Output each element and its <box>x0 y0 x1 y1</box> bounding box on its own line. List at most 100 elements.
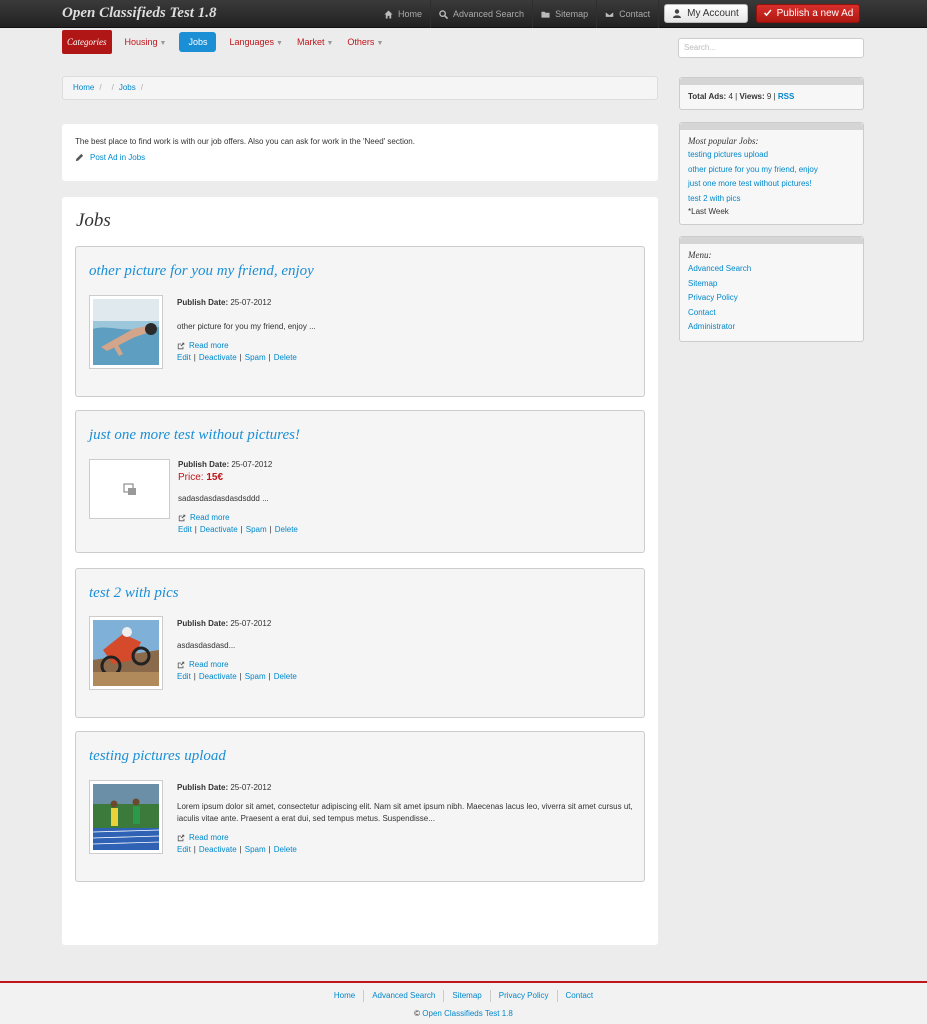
edit-link[interactable]: Edit <box>177 672 191 681</box>
widget-cap <box>680 237 863 244</box>
motocross-photo <box>93 620 159 686</box>
widget-cap <box>680 78 863 85</box>
footer-link-sitemap[interactable]: Sitemap <box>443 990 489 1002</box>
category-market[interactable]: Market ▼ <box>290 32 340 52</box>
copyright-link[interactable]: Open Classifieds Test 1.8 <box>422 1009 513 1018</box>
footer-link-advanced-search[interactable]: Advanced Search <box>363 990 443 1002</box>
deactivate-link[interactable]: Deactivate <box>199 672 237 681</box>
footer-link-contact[interactable]: Contact <box>556 990 602 1002</box>
read-more-link[interactable]: Read more <box>189 833 229 842</box>
spam-link[interactable]: Spam <box>245 845 266 854</box>
nav-sitemap[interactable]: Sitemap <box>533 0 598 28</box>
action-separator: | <box>268 672 271 681</box>
no-image-icon <box>93 463 166 515</box>
action-separator: | <box>239 353 242 362</box>
spam-link[interactable]: Spam <box>246 525 267 534</box>
popular-note: *Last Week <box>688 207 729 216</box>
read-more-row: Read more <box>177 341 637 350</box>
menu-item-contact[interactable]: Contact <box>688 306 855 321</box>
category-others-label: Others <box>347 37 375 47</box>
folder-icon <box>541 11 550 18</box>
edit-link[interactable]: Edit <box>177 353 191 362</box>
ad-body: Publish Date: 25-07-2012 Price: 15€ sada… <box>178 460 638 534</box>
category-jobs[interactable]: Jobs <box>179 32 217 52</box>
delete-link[interactable]: Delete <box>274 353 297 362</box>
category-languages[interactable]: Languages ▼ <box>222 32 289 52</box>
ad-title[interactable]: just one more test without pictures! <box>89 427 300 444</box>
edit-link[interactable]: Edit <box>178 525 192 534</box>
category-intro: The best place to find work is with our … <box>62 124 658 181</box>
stats-row: Total Ads: 4 | Views: 9 | RSS <box>680 85 863 107</box>
publish-date: 25-07-2012 <box>231 460 273 469</box>
delete-link[interactable]: Delete <box>275 525 298 534</box>
popular-heading: Most popular Jobs: <box>688 136 759 146</box>
popular-item[interactable]: just one more test without pictures! <box>688 177 855 192</box>
price-value: 15€ <box>206 472 224 483</box>
ad-card: test 2 with pics Publish Date: 25-07-201… <box>75 568 645 718</box>
popular-item[interactable]: other picture for you my friend, enjoy <box>688 163 855 178</box>
menu-item-administrator[interactable]: Administrator <box>688 320 855 335</box>
category-housing[interactable]: Housing ▼ <box>118 32 174 52</box>
share-icon <box>177 661 185 668</box>
spam-link[interactable]: Spam <box>245 672 266 681</box>
ad-thumbnail[interactable] <box>89 459 170 519</box>
ad-title[interactable]: testing pictures upload <box>89 748 226 765</box>
post-ad-link[interactable]: Post Ad in Jobs <box>90 153 145 162</box>
chevron-down-icon: ▼ <box>326 40 334 47</box>
categories-title: Categories <box>62 30 112 54</box>
site-brand[interactable]: Open Classifieds Test 1.8 <box>62 5 216 22</box>
nav-contact[interactable]: Contact <box>597 0 660 28</box>
copyright: © Open Classifieds Test 1.8 <box>0 1009 927 1018</box>
rss-link[interactable]: RSS <box>778 92 794 101</box>
read-more-row: Read more <box>178 513 638 522</box>
ad-thumbnail[interactable] <box>89 295 163 369</box>
deactivate-link[interactable]: Deactivate <box>200 525 238 534</box>
views-count: 9 <box>766 92 772 101</box>
ad-body: Publish Date: 25-07-2012 other picture f… <box>177 298 637 362</box>
ad-actions: Edit | Deactivate | Spam | Delete <box>178 525 638 534</box>
ad-excerpt: other picture for you my friend, enjoy .… <box>177 322 316 331</box>
delete-link[interactable]: Delete <box>274 845 297 854</box>
deactivate-link[interactable]: Deactivate <box>199 353 237 362</box>
search-input[interactable]: Search... <box>678 38 864 58</box>
publish-ad-button[interactable]: Publish a new Ad <box>756 4 860 23</box>
edit-link[interactable]: Edit <box>177 845 191 854</box>
menu-item-privacy-policy[interactable]: Privacy Policy <box>688 291 855 306</box>
publish-date-row: Publish Date: 25-07-2012 <box>177 783 637 792</box>
action-separator: | <box>268 353 271 362</box>
delete-link[interactable]: Delete <box>274 672 297 681</box>
spam-link[interactable]: Spam <box>245 353 266 362</box>
post-ad-link-row: Post Ad in Jobs <box>75 153 645 162</box>
footer-link-home[interactable]: Home <box>326 990 363 1002</box>
my-account-button[interactable]: My Account <box>664 4 748 23</box>
popular-item[interactable]: test 2 with pics <box>688 192 855 207</box>
ad-thumbnail[interactable] <box>89 780 163 854</box>
read-more-link[interactable]: Read more <box>190 513 230 522</box>
deactivate-link[interactable]: Deactivate <box>199 845 237 854</box>
ad-title[interactable]: other picture for you my friend, enjoy <box>89 263 314 280</box>
popular-item[interactable]: testing pictures upload <box>688 148 855 163</box>
nav-home[interactable]: Home <box>376 0 432 28</box>
stats-widget: Total Ads: 4 | Views: 9 | RSS <box>679 77 864 110</box>
category-jobs-label: Jobs <box>188 37 208 47</box>
read-more-link[interactable]: Read more <box>189 660 229 669</box>
popular-widget: Most popular Jobs: testing pictures uplo… <box>679 122 864 225</box>
my-account-label: My Account <box>687 8 739 19</box>
ad-title[interactable]: test 2 with pics <box>89 585 179 602</box>
nav-advanced-search[interactable]: Advanced Search <box>431 0 534 28</box>
ad-excerpt: asdasdasdasd... <box>177 641 236 650</box>
category-others[interactable]: Others ▼ <box>340 32 390 52</box>
menu-item-advanced-search[interactable]: Advanced Search <box>688 262 855 277</box>
publish-date-row: Publish Date: 25-07-2012 <box>178 460 638 469</box>
read-more-link[interactable]: Read more <box>189 341 229 350</box>
breadcrumb-home[interactable]: Home <box>73 83 94 92</box>
footer-link-privacy-policy[interactable]: Privacy Policy <box>489 990 557 1002</box>
breadcrumb: Home / / Jobs / <box>62 76 658 100</box>
menu-item-sitemap[interactable]: Sitemap <box>688 277 855 292</box>
breadcrumb-jobs[interactable]: Jobs <box>119 83 136 92</box>
check-icon <box>763 9 772 17</box>
read-more-row: Read more <box>177 833 637 842</box>
swimmer-photo <box>93 299 159 365</box>
pencil-icon <box>75 153 84 162</box>
ad-thumbnail[interactable] <box>89 616 163 690</box>
